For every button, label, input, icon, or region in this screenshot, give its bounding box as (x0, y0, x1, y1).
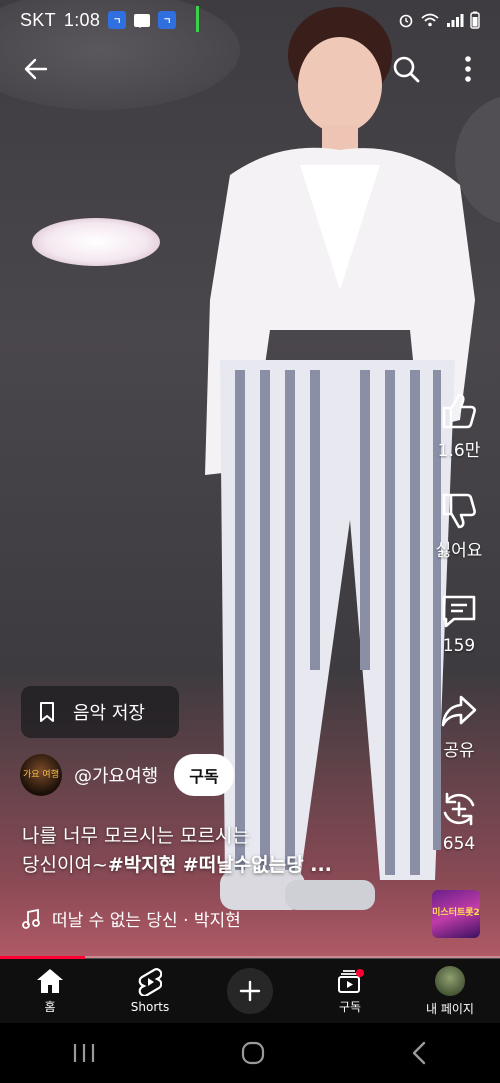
save-music-button[interactable]: 음악 저장 (21, 686, 179, 738)
video-description[interactable]: 나를 너무 모르시는 모르시는 당신이여~#박지현 #떠날수없는당 ... (22, 822, 412, 880)
search-icon (393, 56, 420, 83)
nav-my-page[interactable]: 내 페이지 (400, 959, 500, 1023)
album-art-thumbnail[interactable]: 미스터트롯2 (432, 890, 480, 938)
nav-home-label: 홈 (44, 999, 56, 1014)
description-line: 당신이여~#박지현 #떠날수없는당 ... (22, 851, 412, 880)
app-badge-icon: ㄱ (108, 11, 127, 29)
more-options-button[interactable] (446, 47, 490, 91)
music-track-label: 떠날 수 없는 당신 · 박지현 (52, 911, 241, 931)
remix-icon (443, 792, 475, 826)
nav-subscriptions-label: 구독 (338, 999, 362, 1014)
channel-avatar[interactable]: 가요 여행 (20, 754, 62, 796)
back-arrow-icon (24, 58, 48, 80)
dislike-label: 싫어요 (435, 541, 483, 561)
channel-row: 가요 여행 @가요여행 구독 (20, 754, 234, 796)
remix-button[interactable]: 654 (418, 790, 500, 854)
bottom-navigation: 홈 Shorts 구독 내 페이지 (0, 959, 500, 1023)
wifi-icon (421, 13, 439, 27)
carrier-label: SKT (20, 9, 56, 30)
plus-icon (239, 980, 261, 1002)
home-circle-icon[interactable] (240, 1040, 266, 1066)
nav-home[interactable]: 홈 (0, 959, 100, 1023)
shorts-icon (138, 968, 162, 996)
recording-indicator (196, 6, 199, 32)
nav-subscriptions[interactable]: 구독 (300, 959, 400, 1023)
more-vert-icon (465, 56, 471, 82)
nav-my-page-label: 내 페이지 (426, 1001, 474, 1016)
subscribe-button[interactable]: 구독 (174, 754, 234, 796)
music-note-icon (22, 908, 40, 929)
alarm-icon (399, 14, 413, 28)
like-button[interactable]: 1.6만 (418, 392, 500, 461)
comment-icon (442, 595, 476, 628)
share-button[interactable]: 공유 (418, 692, 500, 761)
channel-handle[interactable]: @가요여행 (74, 762, 158, 788)
system-back-icon[interactable] (409, 1040, 429, 1066)
hashtags[interactable]: #박지현 #떠날수없는당 ... (108, 854, 332, 876)
music-track-link[interactable]: 떠날 수 없는 당신 · 박지현 (22, 906, 241, 931)
profile-avatar (435, 965, 465, 996)
subscriptions-icon (338, 968, 364, 993)
stage-light (32, 218, 160, 266)
remix-count: 654 (442, 834, 476, 854)
signal-icon (447, 14, 464, 27)
clock: 1:08 (63, 9, 101, 30)
save-music-label: 음악 저장 (73, 703, 145, 724)
share-icon (441, 695, 477, 727)
share-label: 공유 (443, 741, 475, 761)
like-count: 1.6만 (437, 441, 481, 461)
search-button[interactable] (384, 47, 428, 91)
nav-create[interactable] (200, 959, 300, 1023)
dislike-button[interactable]: 싫어요 (418, 492, 500, 561)
thumbs-down-icon (442, 493, 476, 529)
comments-button[interactable]: 159 (418, 592, 500, 656)
system-navigation-bar (0, 1023, 500, 1083)
app-badge-icon: ㄱ (158, 11, 177, 29)
back-button[interactable] (14, 47, 58, 91)
recent-apps-icon[interactable] (71, 1042, 97, 1064)
nav-shorts-label: Shorts (130, 1000, 170, 1014)
battery-icon (470, 11, 480, 29)
comment-count: 159 (442, 636, 476, 656)
description-text: 당신이여~ (22, 854, 108, 876)
chat-notification-icon (134, 13, 151, 28)
avatar-logo-text: 가요 여행 (23, 769, 59, 780)
status-bar: SKT 1:08 ㄱ ㄱ (0, 0, 500, 40)
home-icon (37, 968, 63, 993)
create-button[interactable] (227, 968, 273, 1014)
nav-shorts[interactable]: Shorts (100, 959, 200, 1023)
album-logo-text: 미스터트롯2 (432, 908, 480, 919)
bookmark-icon (40, 702, 54, 722)
description-line: 나를 너무 모르시는 모르시는 (22, 825, 250, 847)
thumbs-up-icon (442, 393, 476, 429)
